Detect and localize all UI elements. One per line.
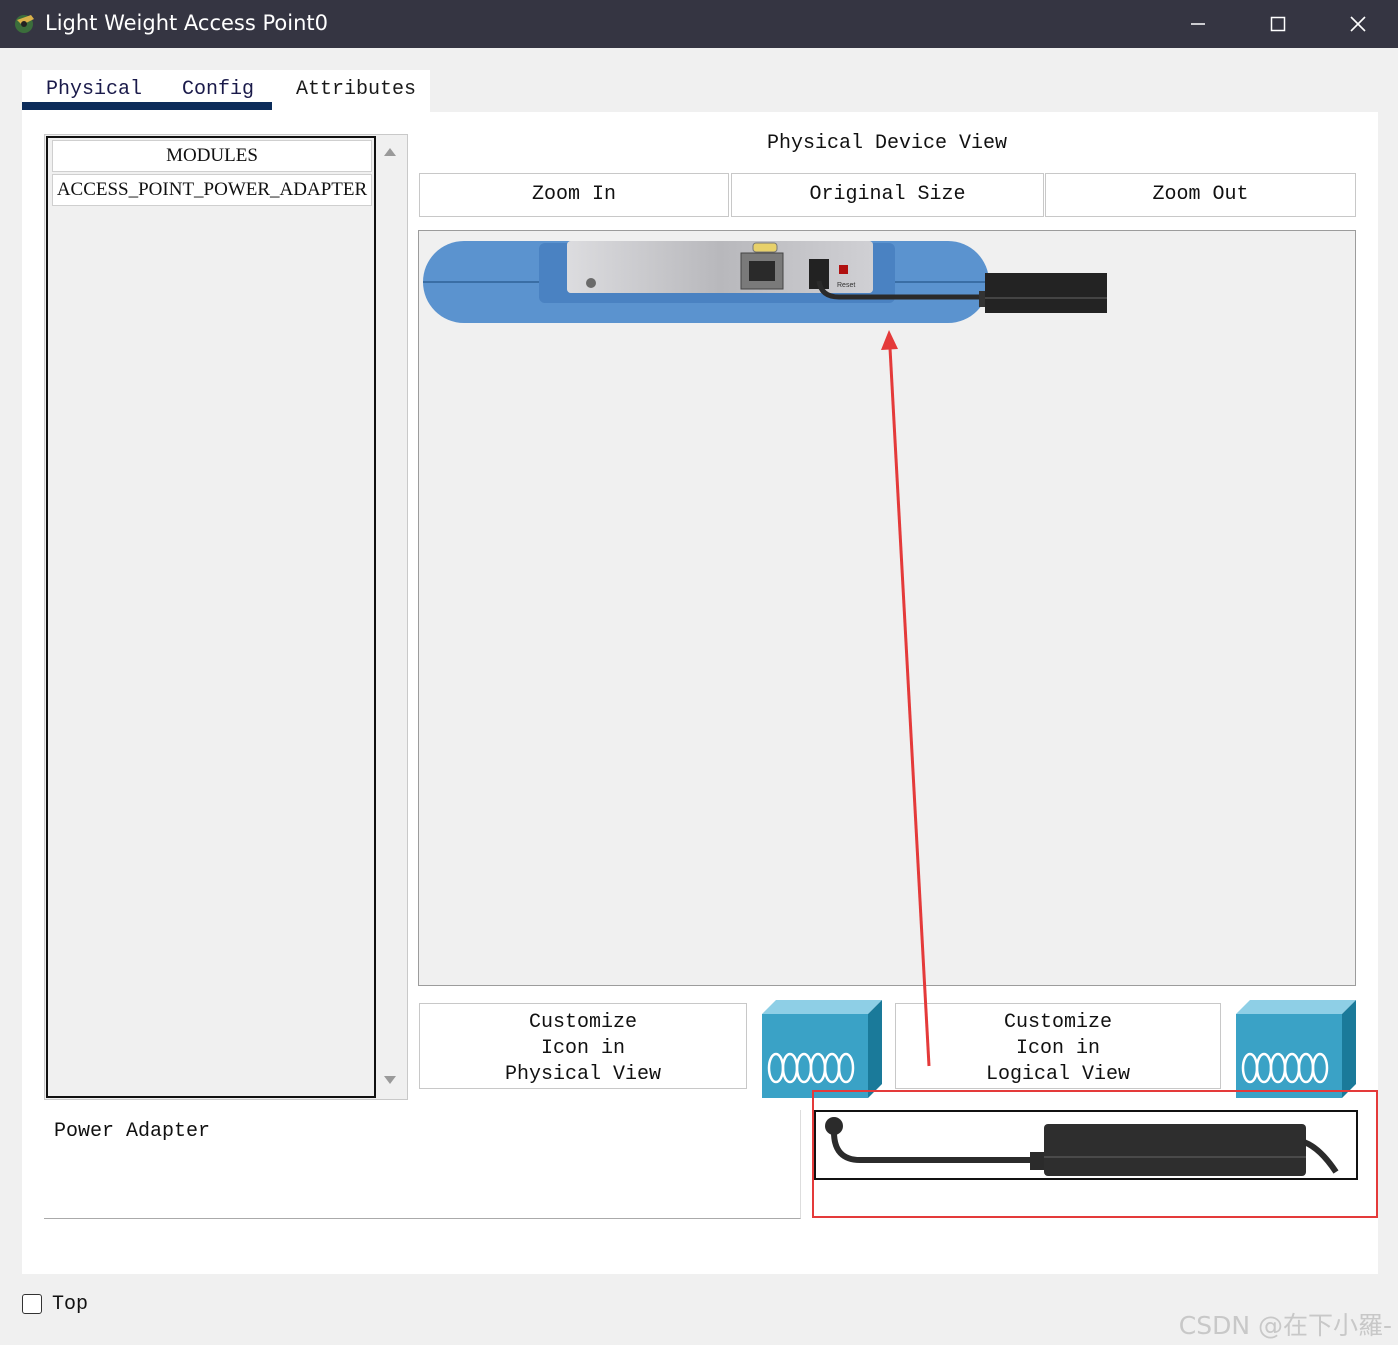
title-bar: Light Weight Access Point0 [0,0,1398,48]
selected-tab-indicator [22,102,272,110]
zoom-in-button[interactable]: Zoom In [419,173,729,217]
physical-device-view[interactable]: Reset [418,230,1356,986]
access-point-device-image: Reset [423,241,1107,323]
minimize-icon [1191,23,1205,25]
app-icon [15,15,34,33]
access-point-logical-icon [1236,1000,1356,1098]
maximize-button[interactable] [1238,0,1318,48]
module-description-box: Power Adapter [44,1110,801,1219]
scroll-down-button[interactable] [380,1070,400,1090]
customize-logical-icon-button[interactable]: Customize Icon in Logical View [895,1003,1221,1089]
customize-physical-line-2: Icon in [540,1037,625,1060]
tab-config[interactable]: Config [182,78,254,101]
customize-logical-line-3: Logical View [985,1063,1131,1086]
minimize-button[interactable] [1158,0,1238,48]
top-label: Top [52,1293,89,1316]
tab-physical[interactable]: Physical [46,78,142,101]
maximize-icon [1270,16,1286,32]
customize-physical-line-3: Physical View [504,1063,662,1086]
watermark: CSDN @在下小羅- [1178,1311,1392,1340]
module-item-access-point-power-adapter[interactable]: ACCESS_POINT_POWER_ADAPTER [52,174,372,206]
window-title: Light Weight Access Point0 [45,11,328,35]
zoom-out-button[interactable]: Zoom Out [1045,173,1356,217]
top-checkbox[interactable] [22,1294,42,1314]
modules-header: MODULES [52,140,372,172]
annotation-highlight-box [812,1090,1378,1218]
original-size-button[interactable]: Original Size [731,173,1044,217]
scroll-up-button[interactable] [380,142,400,162]
reset-label: Reset [837,282,855,289]
physical-device-view-title: Physical Device View [766,132,1008,155]
customize-physical-line-1: Customize [528,1011,638,1034]
module-description: Power Adapter [54,1120,211,1143]
tab-attributes[interactable]: Attributes [296,78,416,101]
close-button[interactable] [1318,0,1398,48]
scroll-up-icon [384,148,396,156]
close-icon [1350,16,1366,32]
scroll-down-icon [384,1076,396,1084]
access-point-physical-icon [762,1000,882,1098]
customize-logical-line-1: Customize [1003,1011,1113,1034]
modules-list[interactable]: MODULES ACCESS_POINT_POWER_ADAPTER [46,136,376,1098]
customize-physical-icon-button[interactable]: Customize Icon in Physical View [419,1003,747,1089]
customize-logical-line-2: Icon in [1015,1037,1100,1060]
